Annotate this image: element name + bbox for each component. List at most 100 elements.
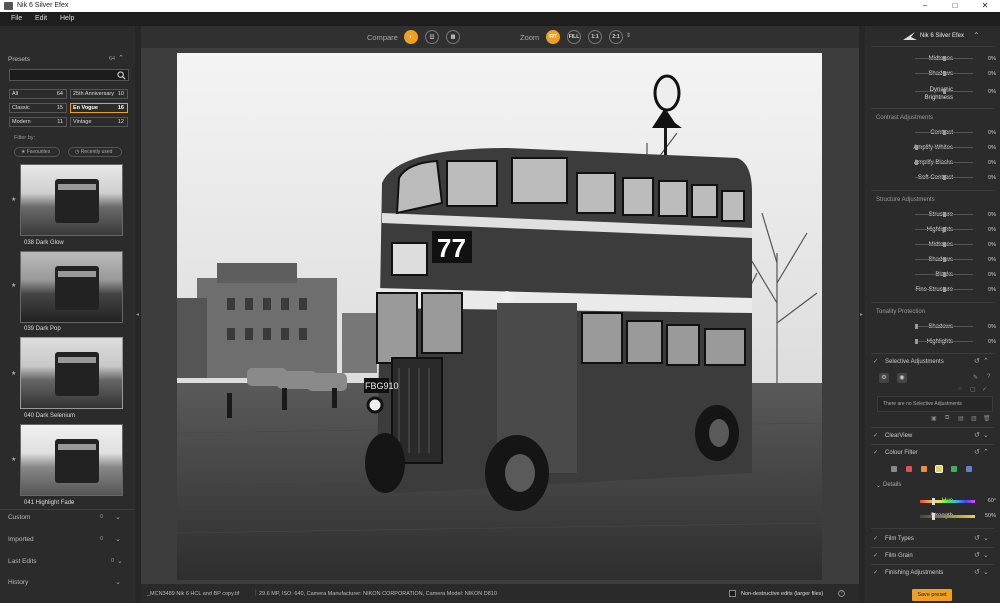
film-types-checkbox-icon[interactable]: ✓ [873, 535, 878, 542]
category-modern[interactable]: Modern 11 [9, 117, 67, 127]
expand-icon[interactable]: ⌄ [983, 431, 989, 439]
slider-handle[interactable] [943, 175, 946, 180]
strength-slider[interactable] [920, 513, 975, 520]
contrast-slider[interactable] [915, 130, 973, 135]
edit-icon[interactable]: ▣ [931, 415, 937, 422]
duplicate-icon[interactable]: ▥ [971, 415, 977, 422]
copy-icon[interactable]: ⧉ [945, 415, 949, 422]
circle-icon[interactable]: ○ [958, 386, 962, 392]
mask-icon[interactable]: ◉ [897, 373, 907, 383]
expand-icon[interactable]: ⌄ [983, 551, 989, 559]
zoom-fit-button[interactable]: FIT [546, 30, 560, 44]
slider-handle[interactable] [943, 227, 946, 232]
slider-handle[interactable] [943, 89, 946, 94]
swatch-orange[interactable] [921, 466, 927, 472]
finishing-title[interactable]: Finishing Adjustments [885, 570, 943, 576]
clearview-checkbox-icon[interactable]: ✓ [873, 432, 878, 439]
maximize-button[interactable]: □ [940, 1, 970, 10]
soft-contrast-slider[interactable] [915, 175, 973, 180]
preset-search-input[interactable] [9, 69, 129, 81]
menu-file[interactable]: File [11, 15, 22, 22]
slider-handle[interactable] [943, 242, 946, 247]
slider-handle[interactable] [943, 56, 946, 61]
help-icon[interactable]: ? [987, 374, 990, 380]
hue-slider[interactable] [920, 498, 975, 505]
clearview-title[interactable]: ClearView [885, 433, 912, 439]
preset-thumbnail[interactable] [20, 337, 123, 409]
collapse-icon[interactable]: ⌃ [983, 357, 989, 365]
swatch-red[interactable] [906, 466, 912, 472]
film-grain-checkbox-icon[interactable]: ✓ [873, 552, 878, 559]
shadows-slider[interactable] [915, 71, 973, 76]
custom-expand-icon[interactable]: ⌄ [115, 513, 121, 521]
custom-section[interactable]: Custom [8, 514, 30, 521]
slider-handle[interactable] [943, 212, 946, 217]
history-expand-icon[interactable]: ⌄ [115, 578, 121, 586]
finishing-checkbox-icon[interactable]: ✓ [873, 569, 878, 576]
zoom-stepper-icon[interactable]: ⇕ [626, 32, 631, 39]
delete-icon[interactable]: 🗑 [983, 415, 991, 422]
details-toggle[interactable]: Details [883, 482, 901, 488]
slider-handle[interactable] [932, 498, 935, 505]
slider-handle[interactable] [915, 324, 918, 329]
history-section[interactable]: History [8, 579, 28, 586]
collapse-all-icon[interactable]: ⌃ [973, 31, 980, 40]
category-vintage[interactable]: Vintage 12 [70, 117, 128, 127]
presets-collapse-icon[interactable]: ⌃ [118, 54, 124, 62]
film-types-title[interactable]: Film Types [885, 536, 914, 542]
midtones-slider[interactable] [915, 56, 973, 61]
slider-handle[interactable] [915, 160, 918, 165]
selective-checkbox-icon[interactable]: ✓ [873, 358, 878, 365]
favourites-filter[interactable]: ★ Favourites [14, 147, 60, 157]
swatch-blue[interactable] [966, 466, 972, 472]
structure-shadows-slider[interactable] [915, 257, 973, 262]
preset-thumbnail[interactable] [20, 164, 123, 236]
category-all[interactable]: All 64 [9, 89, 67, 99]
slider-handle[interactable] [943, 287, 946, 292]
colour-filter-title[interactable]: Colour Filter [885, 450, 918, 456]
zoom-fill-button[interactable]: FILL [567, 30, 581, 44]
swatch-yellow[interactable] [935, 465, 943, 473]
slider-handle[interactable] [943, 272, 946, 277]
slider-handle[interactable] [943, 71, 946, 76]
colour-filter-checkbox-icon[interactable]: ✓ [873, 449, 878, 456]
blacks-slider[interactable] [915, 272, 973, 277]
highlights-slider[interactable] [915, 227, 973, 232]
selective-title[interactable]: Selective Adjustments [885, 359, 944, 365]
reset-icon[interactable]: ↺ [974, 357, 980, 365]
category-en-vogue[interactable]: En Vogue 16 [70, 103, 128, 113]
search-icon[interactable] [117, 71, 126, 80]
details-chevron-icon[interactable]: ⌄ [876, 482, 881, 489]
structure-slider[interactable] [915, 212, 973, 217]
collapse-right-icon[interactable]: ▸ [860, 311, 863, 318]
reset-icon[interactable]: ↺ [974, 431, 980, 439]
preset-thumbnail[interactable] [20, 424, 123, 496]
collapse-left-icon[interactable]: ◂ [136, 311, 139, 318]
preset-thumbnail[interactable] [20, 251, 123, 323]
square-icon[interactable]: ▢ [970, 386, 976, 393]
reset-icon[interactable]: ↺ [974, 448, 980, 456]
reset-icon[interactable]: ↺ [974, 568, 980, 576]
tonality-shadows-slider[interactable] [915, 324, 973, 329]
film-grain-title[interactable]: Film Grain [885, 553, 913, 559]
expand-icon[interactable]: ⌄ [983, 534, 989, 542]
favourite-star-icon[interactable]: ★ [11, 370, 16, 377]
favourite-star-icon[interactable]: ★ [11, 196, 16, 203]
swatch-green[interactable] [951, 466, 957, 472]
category-25th-anniversary[interactable]: 25th Anniversary 10 [70, 89, 128, 99]
reset-icon[interactable]: ↺ [974, 534, 980, 542]
reset-icon[interactable]: ↺ [974, 551, 980, 559]
collapse-icon[interactable]: ⌃ [983, 448, 989, 456]
close-window-button[interactable]: ✕ [970, 1, 1000, 10]
nondestructive-checkbox[interactable] [729, 590, 736, 597]
paste-icon[interactable]: ▤ [958, 415, 964, 422]
amplify-blacks-slider[interactable] [915, 160, 973, 165]
favourite-star-icon[interactable]: ★ [11, 282, 16, 289]
slider-handle[interactable] [932, 513, 935, 520]
last-edits-section[interactable]: Last Edits [8, 558, 37, 565]
brush-icon[interactable]: ✎ [973, 374, 978, 381]
compare-split-button[interactable]: ◫ [425, 30, 439, 44]
category-classic[interactable]: Classic 15 [9, 103, 67, 113]
save-preset-button[interactable]: Save preset [912, 589, 952, 601]
amplify-whites-slider[interactable] [915, 145, 973, 150]
